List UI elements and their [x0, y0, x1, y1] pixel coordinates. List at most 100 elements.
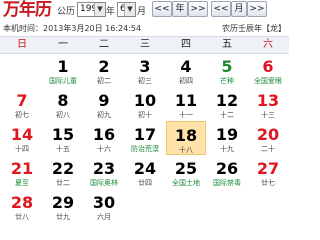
day-note: 十四: [15, 145, 29, 153]
day-number: 1: [57, 57, 69, 76]
day-number: 10: [133, 91, 157, 110]
day-note: 廿四: [138, 179, 152, 187]
day-number: 9: [98, 91, 110, 110]
day-cell[interactable]: 21 夏至: [2, 155, 42, 189]
prev-month-button[interactable]: <<: [211, 1, 231, 17]
day-note: 十一: [179, 111, 193, 119]
day-number: 30: [92, 193, 116, 212]
day-number: 4: [180, 57, 192, 76]
day-cell[interactable]: 19 十九: [207, 121, 247, 155]
day-cell[interactable]: 24 廿四: [125, 155, 165, 189]
month-unit-label: 月: [137, 7, 147, 17]
day-cell[interactable]: 10 初十: [125, 87, 165, 121]
day-number: 6: [262, 57, 274, 76]
month-button[interactable]: 月: [231, 1, 247, 17]
day-number: 15: [51, 125, 75, 144]
day-cell[interactable]: 25 全国土地: [166, 155, 206, 189]
day-note: 廿七: [261, 179, 275, 187]
day-cell[interactable]: 14 十四: [2, 121, 42, 155]
day-cell[interactable]: 16 十六: [84, 121, 124, 155]
day-note: 初十: [138, 111, 152, 119]
day-note: 国际奥林: [90, 179, 118, 187]
day-note: 廿九: [56, 213, 70, 221]
next-month-button[interactable]: >>: [247, 1, 267, 17]
day-number: 27: [256, 159, 280, 178]
day-cell[interactable]: 17 防治荒漠: [125, 121, 165, 155]
day-cell[interactable]: 11 十一: [166, 87, 206, 121]
weekday-tue: 二: [99, 39, 109, 50]
day-cell[interactable]: 23 国际奥林: [84, 155, 124, 189]
day-note: 十六: [97, 145, 111, 153]
month-select[interactable]: 6 ▼: [117, 2, 136, 17]
day-note: 全国土地: [172, 179, 200, 187]
day-number: 24: [133, 159, 157, 178]
day-note: 初八: [56, 111, 70, 119]
day-note: 十五: [56, 145, 70, 153]
day-number: 25: [174, 159, 198, 178]
day-number: 29: [51, 193, 75, 212]
day-cell[interactable]: 22 廿二: [43, 155, 83, 189]
day-cell[interactable]: 15 十五: [43, 121, 83, 155]
day-cell[interactable]: 13 十三: [248, 87, 288, 121]
day-number: 18: [174, 126, 198, 145]
day-cell[interactable]: 28 廿八: [2, 189, 42, 223]
lunar-year-info: 农历壬辰年【龙】: [222, 23, 286, 34]
day-cell[interactable]: 1 国际儿童: [43, 53, 83, 87]
day-cell[interactable]: 29 廿九: [43, 189, 83, 223]
day-number: 14: [10, 125, 34, 144]
day-number: 5: [221, 57, 233, 76]
day-note: 十三: [261, 111, 275, 119]
day-cell[interactable]: 7 初七: [2, 87, 42, 121]
day-note: 廿二: [56, 179, 70, 187]
day-cell[interactable]: 6 全国爱眼: [248, 53, 288, 87]
day-number: 16: [92, 125, 116, 144]
day-number: 11: [174, 91, 198, 110]
day-cell[interactable]: 30 六月: [84, 189, 124, 223]
day-number: 23: [92, 159, 116, 178]
day-cell[interactable]: 5 芒种: [207, 53, 247, 87]
day-cell[interactable]: [2, 53, 42, 87]
year-unit-label: 年: [106, 7, 116, 17]
day-note: 初三: [138, 77, 152, 85]
local-time: 本机时间：2013年3月20日 16:24:54: [3, 24, 142, 33]
day-cell[interactable]: 8 初八: [43, 87, 83, 121]
weekday-wed: 三: [140, 39, 150, 50]
day-cell[interactable]: 9 初九: [84, 87, 124, 121]
day-cell[interactable]: 3 初三: [125, 53, 165, 87]
day-cell[interactable]: 27 廿七: [248, 155, 288, 189]
calendar-type-label: 公历: [57, 7, 76, 17]
day-number: 21: [10, 159, 34, 178]
toolbar: 万年历 公历 1992 ▼ 年 6 ▼ 月 << 年 >> << 月 >>: [0, 0, 289, 21]
day-number: 26: [215, 159, 239, 178]
day-number: 12: [215, 91, 239, 110]
day-note: 十二: [220, 111, 234, 119]
day-cell[interactable]: 4 初四: [166, 53, 206, 87]
day-note: 夏至: [15, 179, 29, 187]
day-number: 28: [10, 193, 34, 212]
day-note: 二十: [261, 145, 275, 153]
weekday-mon: 一: [58, 39, 68, 50]
day-cell[interactable]: 26 国际禁毒: [207, 155, 247, 189]
day-number: 2: [98, 57, 110, 76]
day-number: 8: [57, 91, 69, 110]
day-cell[interactable]: 12 十二: [207, 87, 247, 121]
day-note: 十九: [220, 145, 234, 153]
chevron-down-icon: ▼: [124, 3, 135, 16]
year-select[interactable]: 1992 ▼: [77, 2, 106, 17]
day-note: 初七: [15, 111, 29, 119]
next-year-button[interactable]: >>: [188, 1, 208, 17]
day-note: 十八: [179, 146, 193, 154]
prev-year-button[interactable]: <<: [152, 1, 172, 17]
weekday-header: 日 一 二 三 四 五 六: [0, 36, 289, 54]
day-note: 初二: [97, 77, 111, 85]
today-cell[interactable]: 18 十八: [166, 121, 206, 155]
day-note: 国际禁毒: [213, 179, 241, 187]
day-note: 廿八: [15, 213, 29, 221]
day-number: 17: [133, 125, 157, 144]
day-note: 初九: [97, 111, 111, 119]
day-note: 全国爱眼: [254, 77, 282, 85]
year-button[interactable]: 年: [172, 1, 188, 17]
day-number: 19: [215, 125, 239, 144]
day-cell[interactable]: 20 二十: [248, 121, 288, 155]
day-cell[interactable]: 2 初二: [84, 53, 124, 87]
